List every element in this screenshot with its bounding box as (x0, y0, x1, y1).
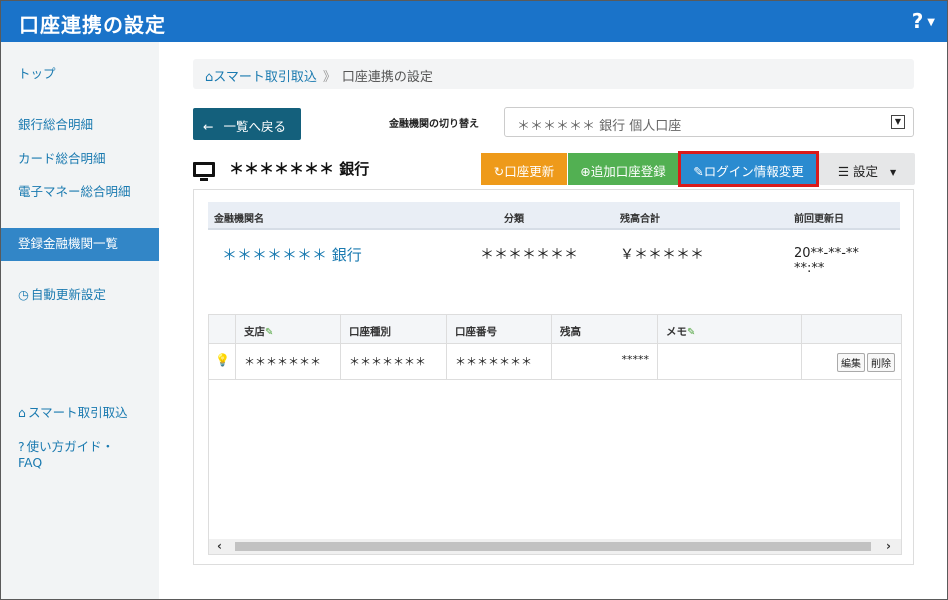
sidebar-item-guide-faq[interactable]: ? 使い方ガイド・FAQ (1, 439, 121, 471)
chevron-right-icon: 》 (322, 70, 336, 85)
arrow-left-icon: ← (203, 119, 214, 134)
change-login-info-button[interactable]: ✎ログイン情報変更 (678, 151, 819, 187)
horizontal-scrollbar[interactable]: ‹ › (209, 539, 901, 554)
refresh-account-button[interactable]: ↻口座更新 (481, 153, 567, 185)
summary-updated: 20**-**-** **:** (794, 246, 859, 276)
summary-header-name: 金融機関名 (214, 214, 264, 225)
summary-balance: ￥＊＊＊＊＊ (620, 247, 704, 263)
sidebar-item-label: 自動更新設定 (30, 287, 106, 302)
list-icon: ☰ (837, 164, 850, 179)
sidebar-item-top[interactable]: トップ (1, 66, 159, 82)
settings-button[interactable]: ☰ 設定 ▼ (819, 153, 915, 185)
table-row: 💡 ＊＊＊＊＊＊＊ ＊＊＊＊＊＊＊ ＊＊＊＊＊＊＊ ***** 編集 削除 (209, 344, 901, 380)
cell-balance: ***** (551, 344, 657, 379)
app-header: 口座連携の設定 ? ▼ (1, 1, 947, 42)
cell-branch: ＊＊＊＊＊＊＊ (235, 344, 340, 379)
scrollbar-thumb[interactable] (235, 542, 871, 551)
back-to-list-button[interactable]: ← 一覧へ戻る (193, 108, 301, 140)
refresh-account-label: 口座更新 (504, 164, 555, 179)
help-menu[interactable]: ? ▼ (912, 9, 935, 33)
chevron-down-icon: ▼ (891, 115, 905, 129)
institution-panel: 金融機関名 分類 残高合計 前回更新日 ＊＊＊＊＊＊＊ 銀行 ＊＊＊＊＊＊＊ ￥… (193, 189, 914, 565)
breadcrumb: ⌂スマート取引取込》口座連携の設定 (193, 59, 914, 89)
sidebar: トップ 銀行総合明細 カード総合明細 電子マネー総合明細 登録金融機関一覧 ◷ 自… (1, 42, 159, 599)
institution-switch-select[interactable]: ＊＊＊＊＊＊ 銀行 個人口座 ▼ (504, 107, 914, 137)
plus-circle-icon: ⊕ (580, 164, 591, 179)
institution-switch-label: 金融機関の切り替え (389, 119, 479, 130)
chevron-down-icon: ▼ (890, 168, 897, 177)
summary-bank-link[interactable]: ＊＊＊＊＊＊＊ 銀行 (222, 244, 362, 265)
back-to-list-label: 一覧へ戻る (223, 119, 286, 134)
bank-name: ＊＊＊＊＊＊＊ 銀行 (229, 160, 370, 178)
breadcrumb-current: 口座連携の設定 (341, 70, 433, 85)
institution-switch-value: ＊＊＊＊＊＊ 銀行 個人口座 (517, 119, 682, 134)
add-account-label: 追加口座登録 (590, 164, 666, 179)
clock-icon: ◷ (18, 287, 29, 302)
edit-button[interactable]: 編集 (837, 353, 865, 372)
monitor-icon (193, 162, 215, 181)
home-icon: ⌂ (18, 405, 26, 420)
header-branch: 支店✎ (235, 315, 340, 343)
summary-category: ＊＊＊＊＊＊＊ (480, 247, 578, 263)
summary-header-category: 分類 (504, 214, 524, 225)
sidebar-item-emoney-statements[interactable]: 電子マネー総合明細 (1, 184, 159, 200)
question-circle-icon: ? (18, 439, 25, 454)
summary-header-updated: 前回更新日 (794, 214, 844, 225)
help-icon: ? (911, 9, 924, 33)
bank-heading: ＊＊＊＊＊＊＊ 銀行 (193, 158, 369, 182)
lightbulb-icon: 💡 (215, 353, 230, 367)
settings-label: 設定 (853, 164, 879, 179)
header-memo: メモ✎ (657, 315, 801, 343)
breadcrumb-home-label: スマート取引取込 (213, 70, 317, 85)
header-account-type: 口座種別 (340, 315, 446, 343)
scroll-right-icon[interactable]: › (886, 539, 891, 553)
change-login-info-label: ログイン情報変更 (703, 164, 804, 179)
summary-header: 金融機関名 分類 残高合計 前回更新日 (208, 202, 900, 230)
page-title: 口座連携の設定 (19, 13, 166, 37)
edit-icon: ✎ (693, 164, 704, 179)
refresh-icon: ↻ (493, 164, 505, 179)
cell-account-number: ＊＊＊＊＊＊＊ (446, 344, 551, 379)
sidebar-item-card-statements[interactable]: カード総合明細 (1, 151, 159, 167)
header-balance: 残高 (551, 315, 657, 343)
pencil-icon: ✎ (265, 327, 274, 338)
main-content: ⌂スマート取引取込》口座連携の設定 ← 一覧へ戻る 金融機関の切り替え ＊＊＊＊＊… (159, 42, 947, 599)
accounts-table: 支店✎ 口座種別 口座番号 残高 メモ✎ 💡 ＊＊＊＊＊＊＊ ＊＊＊＊＊＊＊ ＊… (208, 314, 902, 555)
cell-memo (657, 344, 801, 379)
sidebar-item-registered-institutions[interactable]: 登録金融機関一覧 (1, 228, 159, 261)
summary-header-balance: 残高合計 (620, 214, 660, 225)
header-account-number: 口座番号 (446, 315, 551, 343)
delete-button[interactable]: 削除 (867, 353, 895, 372)
scroll-left-icon[interactable]: ‹ (217, 539, 222, 553)
sidebar-item-label: スマート取引取込 (27, 405, 128, 420)
accounts-header: 支店✎ 口座種別 口座番号 残高 メモ✎ (209, 315, 901, 344)
chevron-down-icon: ▼ (927, 17, 935, 28)
cell-account-type: ＊＊＊＊＊＊＊ (340, 344, 446, 379)
sidebar-item-bank-statements[interactable]: 銀行総合明細 (1, 117, 159, 133)
sidebar-item-label: 使い方ガイド・FAQ (18, 439, 115, 470)
add-account-button[interactable]: ⊕追加口座登録 (568, 153, 678, 185)
breadcrumb-home[interactable]: ⌂スマート取引取込 (205, 70, 317, 85)
sidebar-item-smart-import[interactable]: ⌂ スマート取引取込 (1, 405, 159, 421)
summary-row: ＊＊＊＊＊＊＊ 銀行 ＊＊＊＊＊＊＊ ￥＊＊＊＊＊ 20**-**-** **:… (208, 242, 900, 288)
sidebar-item-auto-update[interactable]: ◷ 自動更新設定 (1, 287, 159, 303)
pencil-icon: ✎ (687, 327, 696, 338)
